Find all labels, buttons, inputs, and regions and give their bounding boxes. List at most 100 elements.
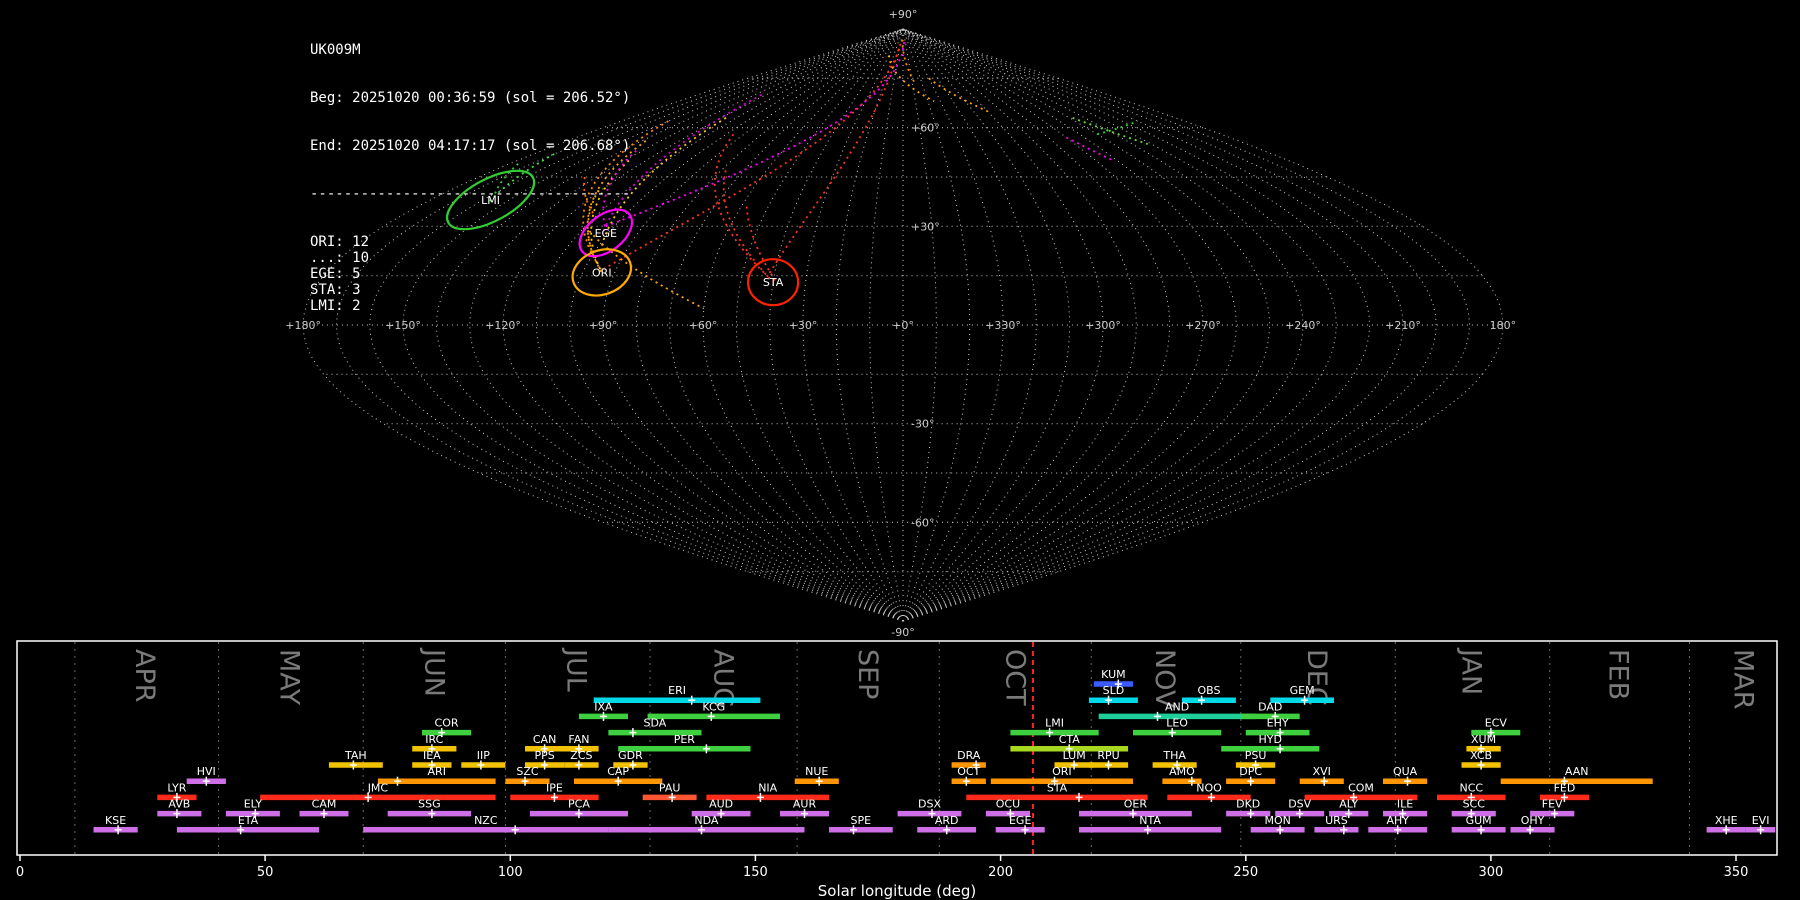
month-label: APR — [129, 649, 160, 703]
shower-code-label: LMI — [1045, 717, 1064, 730]
shower-code-label: FAN — [568, 733, 589, 746]
meridian-grid-line — [902, 28, 1437, 622]
shower-code-label: IPE — [546, 781, 563, 794]
shower-code-label: PER — [674, 733, 696, 746]
x-tick-label: 200 — [988, 865, 1013, 880]
ra-axis-label: +30° — [789, 319, 818, 332]
shower-code-label: NUE — [805, 765, 828, 778]
month-label: MAR — [1727, 649, 1758, 710]
x-axis-title: Solar longitude (deg) — [818, 882, 976, 900]
shower-code-label: AUD — [709, 798, 733, 811]
begin-time: Beg: 20251020 00:36:59 (sol = 206.52°) — [310, 90, 631, 106]
shower-count-row: ...: 10 — [310, 250, 370, 266]
shower-code-label: XVI — [1313, 765, 1331, 778]
shower-code-label: EHY — [1267, 717, 1289, 730]
shower-code-label: FEV — [1542, 798, 1563, 811]
radiant-label: STA — [763, 276, 784, 289]
shower-code-label: PCA — [568, 798, 590, 811]
shower-code-label: NIA — [758, 781, 777, 794]
shower-code-label: ORI — [1052, 765, 1072, 778]
shower-code-label: LYR — [167, 781, 186, 794]
sky-map: +180° +150° +120° +90° +60° +30° +0° +330° +300°… — [285, 8, 1516, 639]
shower-code-label: AAN — [1565, 765, 1589, 778]
meridian-grid-line — [602, 28, 904, 622]
shower-code-label: FED — [1554, 781, 1576, 794]
shower-code-label: KCG — [702, 700, 725, 713]
shower-code-label: EVI — [1752, 814, 1770, 827]
shower-code-label: RPU — [1097, 749, 1119, 762]
shower-code-label: EGE — [1009, 814, 1031, 827]
dec-axis-label: +60° — [911, 122, 940, 135]
dec-axis-label: -60° — [911, 516, 934, 529]
shower-code-label: MON — [1264, 814, 1290, 827]
north-pole-label: +90° — [889, 8, 918, 21]
shower-code-label: QUA — [1393, 765, 1418, 778]
ra-axis-label: +270° — [1185, 319, 1221, 332]
shower-code-label: IXA — [594, 700, 613, 713]
shower-code-label: ECV — [1485, 717, 1508, 730]
shower-code-label: CAM — [312, 798, 337, 811]
x-tick-label: 300 — [1478, 865, 1503, 880]
meridian-grid-line — [902, 28, 1204, 622]
shower-code-label: OER — [1124, 798, 1148, 811]
ra-axis-label: +240° — [1285, 319, 1321, 332]
shower-code-label: HYD — [1259, 733, 1282, 746]
shower-code-label: AHY — [1386, 814, 1409, 827]
shower-code-label: IIP — [477, 749, 490, 762]
ra-axis-label: +210° — [1385, 319, 1421, 332]
meridian-grid-line — [902, 28, 1404, 622]
shower-code-label: IRC — [425, 733, 443, 746]
meteor-track — [722, 170, 774, 283]
shower-code-label: AMO — [1169, 765, 1195, 778]
shower-code-label: SSG — [418, 798, 441, 811]
south-pole-label: -90° — [891, 626, 914, 639]
shower-code-label: KSE — [105, 814, 126, 827]
shower-code-label: TAH — [344, 749, 367, 762]
shower-code-label: CAP — [607, 765, 629, 778]
ra-axis-label: +60° — [689, 319, 718, 332]
shower-code-label: DPC — [1239, 765, 1262, 778]
shower-code-label: DSX — [918, 798, 941, 811]
shower-code-label: SDA — [644, 717, 667, 730]
shower-code-label: XUM — [1471, 733, 1496, 746]
shower-code-label: ETA — [238, 814, 259, 827]
x-tick-label: 50 — [257, 865, 274, 880]
shower-code-label: COR — [435, 717, 459, 730]
shower-code-label: OCT — [957, 765, 980, 778]
shower-code-label: CTA — [1059, 733, 1081, 746]
shower-code-label: KUM — [1101, 668, 1125, 681]
shower-code-label: PAU — [659, 781, 681, 794]
month-label: JUL — [561, 647, 592, 692]
month-label: JUN — [418, 647, 449, 697]
shower-code-label: ARI — [428, 765, 446, 778]
activity-timeline: APR MAY JUN JUL AUG SEP OCT NOV DEC JAN FEB MARKUME… — [16, 640, 1778, 900]
shower-code-label: AND — [1165, 700, 1189, 713]
x-tick-label: 350 — [1724, 865, 1749, 880]
shower-counts: ORI: 12...: 10 EGE: 5 STA: 3 LMI: 2 — [310, 234, 630, 314]
info-separator: -------------------------------------- — [310, 186, 631, 202]
shower-count-row: LMI: 2 — [310, 298, 361, 314]
shower-code-label: ELY — [244, 798, 263, 811]
shower-code-label: NTA — [1139, 814, 1161, 827]
x-tick-label: 150 — [743, 865, 768, 880]
radiant-plot-page: +180° +150° +120° +90° +60° +30° +0° +330° +300°… — [0, 0, 1800, 900]
shower-code-label: OBS — [1197, 684, 1220, 697]
shower-code-label: NCC — [1460, 781, 1484, 794]
shower-code-label: ILE — [1397, 798, 1413, 811]
shower-code-label: SLD — [1103, 684, 1125, 697]
ra-axis-label: +330° — [985, 319, 1021, 332]
end-time: End: 20251020 04:17:17 (sol = 206.68°) — [310, 138, 631, 154]
shower-code-label: PSU — [1245, 749, 1267, 762]
shower-code-label: GUM — [1466, 814, 1492, 827]
shower-count-row: ORI: 12 — [310, 234, 370, 250]
shower-code-label: THA — [1162, 749, 1186, 762]
x-tick-label: 250 — [1233, 865, 1258, 880]
observation-info: UK009M Beg: 20251020 00:36:59 (sol = 206… — [310, 10, 630, 346]
shower-code-label: GEM — [1290, 684, 1315, 697]
month-label: MAY — [274, 649, 305, 706]
month-label: SEP — [852, 649, 883, 699]
shower-code-label: AVB — [168, 798, 190, 811]
shower-code-label: SCC — [1463, 798, 1486, 811]
shower-code-label: SPE — [851, 814, 872, 827]
ra-axis-label: +300° — [1085, 319, 1121, 332]
